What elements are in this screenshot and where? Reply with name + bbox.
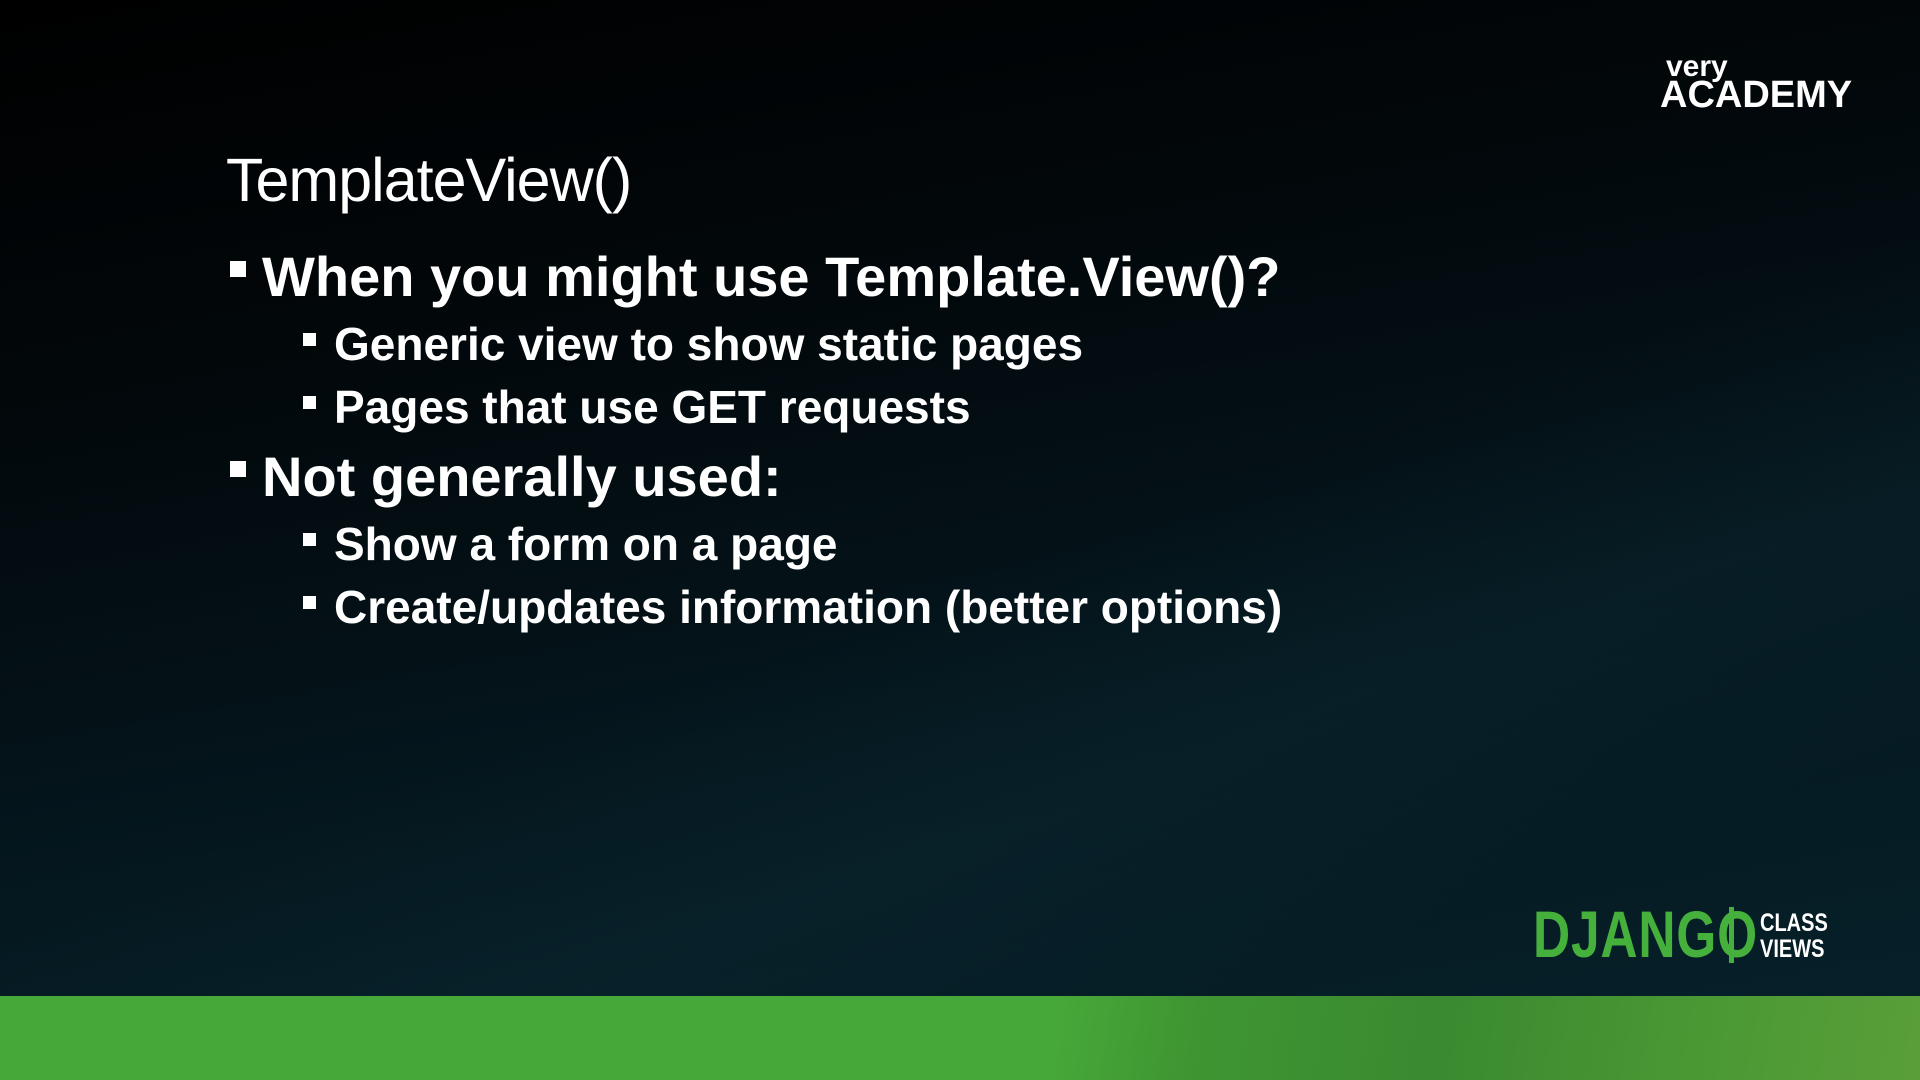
very-academy-logo: very ACADEMY	[1660, 52, 1853, 116]
sub-bullet-1-1: Generic view to show static pages	[303, 317, 1083, 371]
views-label: VIEWS	[1760, 935, 1825, 963]
square-bullet-icon	[303, 333, 316, 347]
class-label: CLASS	[1760, 909, 1828, 937]
class-views-label: CLASS VIEWS	[1760, 910, 1828, 962]
bullet-text: Show a form on a page	[334, 518, 838, 570]
slide-title: TemplateView()	[226, 146, 632, 214]
bullet-text: Generic view to show static pages	[334, 318, 1084, 370]
square-bullet-icon	[303, 596, 316, 610]
django-logo-text: DJANGO	[1533, 897, 1758, 971]
square-bullet-icon	[303, 533, 316, 547]
bullet-text: Not generally used:	[262, 445, 782, 508]
sub-bullet-2-1: Show a form on a page	[303, 517, 838, 571]
sub-bullet-1-2: Pages that use GET requests	[303, 380, 971, 434]
bullet-2: Not generally used:	[230, 444, 782, 509]
bullet-text: Create/updates information (better optio…	[334, 581, 1283, 633]
square-bullet-icon	[230, 461, 246, 478]
square-bullet-icon	[230, 261, 246, 278]
bullet-1: When you might use Template.View()?	[230, 244, 1280, 309]
footer-green-band	[0, 996, 1920, 1080]
sub-bullet-2-2: Create/updates information (better optio…	[303, 580, 1282, 634]
logo-academy: ACADEMY	[1660, 74, 1853, 116]
bullet-text: Pages that use GET requests	[334, 381, 971, 433]
bullet-text: When you might use Template.View()?	[262, 245, 1281, 308]
square-bullet-icon	[303, 396, 316, 410]
logo-divider	[1729, 907, 1734, 963]
